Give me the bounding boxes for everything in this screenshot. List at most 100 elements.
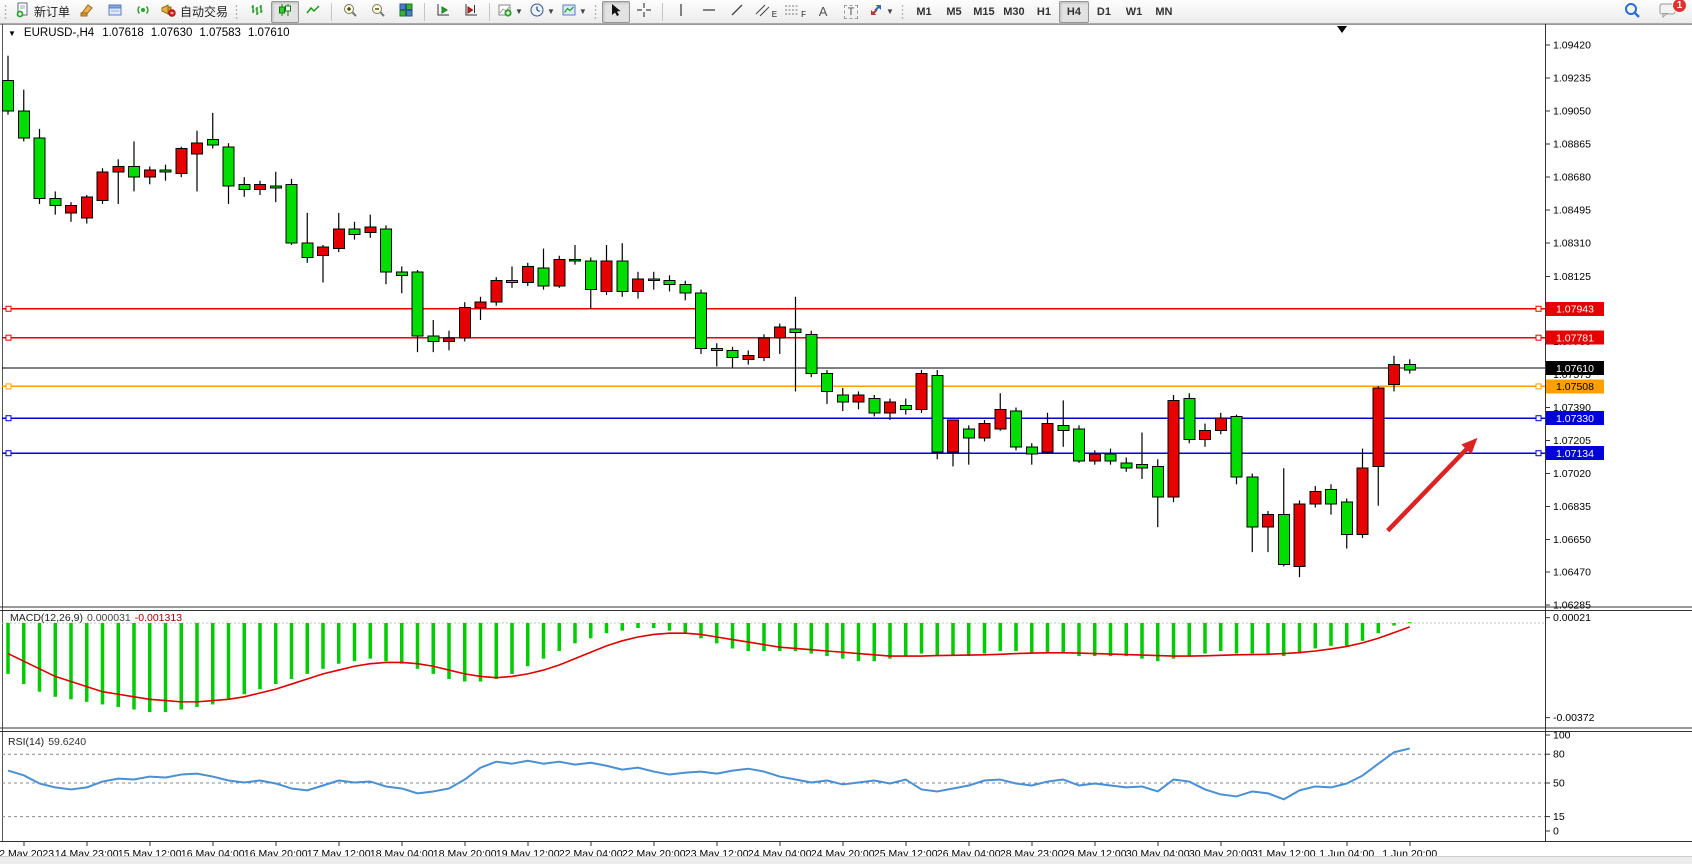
macd-histogram-bar [888, 623, 892, 659]
price-axis-tick-label: 1.08310 [1553, 238, 1591, 250]
rsi-name: RSI(14) [8, 736, 44, 748]
line-anchor-handle[interactable] [1536, 384, 1541, 389]
candle-body [176, 149, 187, 174]
chart-shift-marker[interactable] [1337, 26, 1347, 33]
macd-histogram-bar [1203, 623, 1207, 654]
macd-signal-line [8, 627, 1410, 702]
candle-body [81, 197, 92, 218]
macd-histogram-bar [510, 623, 514, 674]
candle-body [979, 424, 990, 438]
macd-histogram-bar [1329, 623, 1333, 646]
candle-body [333, 229, 344, 249]
macd-histogram-bar [605, 623, 609, 633]
candle-body [680, 284, 691, 293]
candle-body [696, 293, 707, 348]
line-anchor-handle[interactable] [6, 416, 11, 421]
macd-histogram-bar [573, 623, 577, 643]
macd-histogram-bar [1172, 623, 1176, 659]
price-axis-tick-label: 1.08495 [1553, 205, 1591, 217]
price-axis-tick-label: 1.06285 [1553, 599, 1591, 611]
candle-body [444, 338, 455, 342]
line-anchor-handle[interactable] [1536, 451, 1541, 456]
candle-body [648, 279, 659, 281]
rsi-line [8, 748, 1410, 799]
macd-histogram-bar [668, 623, 672, 631]
macd-histogram-bar [794, 623, 798, 651]
candle-body [1310, 491, 1321, 504]
line-anchor-handle[interactable] [6, 384, 11, 389]
candle-body [113, 166, 124, 171]
price-level-badge-label: 1.07610 [1556, 363, 1594, 375]
candle-body [239, 184, 250, 189]
candle-body [806, 334, 817, 373]
macd-histogram-bar [1408, 622, 1412, 623]
candle-body [50, 199, 61, 206]
macd-histogram-bar [1392, 623, 1396, 626]
candle-body [270, 186, 281, 188]
macd-axis-tick-label: -0.00372 [1553, 712, 1595, 724]
line-anchor-handle[interactable] [6, 306, 11, 311]
macd-histogram-bar [1361, 623, 1365, 641]
candle-body [869, 399, 880, 413]
macd-histogram-bar [999, 623, 1003, 651]
collapse-triangle-icon: ▼ [8, 29, 16, 38]
line-anchor-handle[interactable] [1536, 306, 1541, 311]
macd-histogram-bar [1298, 623, 1302, 654]
candle-body [963, 429, 974, 438]
candle-body [1373, 388, 1384, 467]
candle-body [1042, 424, 1053, 453]
line-anchor-handle[interactable] [6, 335, 11, 340]
macd-histogram-bar [1077, 623, 1081, 656]
candle-body [664, 281, 675, 285]
candle-body [66, 206, 77, 213]
trend-arrow-annotation[interactable] [1388, 446, 1469, 530]
candle-body [554, 259, 565, 286]
price-level-badge-label: 1.07781 [1556, 332, 1594, 344]
macd-histogram-bar [495, 623, 499, 679]
macd-histogram-bar [1235, 623, 1239, 654]
candle-body [570, 259, 581, 261]
candle-body [1200, 431, 1211, 440]
price-level-badge-label: 1.07330 [1556, 413, 1594, 425]
rsi-axis-tick-label: 100 [1553, 730, 1571, 742]
candle-body [318, 247, 329, 256]
rsi-axis-tick-label: 50 [1553, 778, 1565, 790]
candle-body [1121, 463, 1132, 468]
macd-histogram-bar [1062, 623, 1066, 654]
ohlc-open: 1.07618 [102, 27, 144, 39]
candle-body [1026, 447, 1037, 454]
candle-body [948, 420, 959, 452]
macd-histogram-bar [542, 623, 546, 659]
macd-histogram-bar [857, 623, 861, 661]
candle-body [507, 281, 518, 283]
line-anchor-handle[interactable] [1536, 416, 1541, 421]
chart-canvas[interactable]: 1.094201.092351.090501.088651.086801.084… [0, 0, 1692, 864]
macd-histogram-bar [369, 623, 373, 659]
macd-histogram-bar [1219, 623, 1223, 651]
macd-histogram-bar [762, 623, 766, 651]
candle-body [1294, 504, 1305, 567]
ohlc-close: 1.07610 [248, 27, 290, 39]
macd-histogram-bar [920, 623, 924, 654]
macd-histogram-bar [479, 623, 483, 682]
line-anchor-handle[interactable] [6, 451, 11, 456]
macd-histogram-bar [558, 623, 562, 651]
macd-histogram-bar [1377, 623, 1381, 633]
macd-histogram-bar [195, 623, 199, 707]
candle-body [995, 409, 1006, 429]
macd-histogram-bar [1125, 623, 1129, 656]
macd-histogram-bar [699, 623, 703, 638]
mt4-terminal: 新订单 自动交易 [0, 0, 1692, 864]
line-anchor-handle[interactable] [1536, 335, 1541, 340]
ohlc-low: 1.07583 [199, 27, 241, 39]
candle-body [349, 229, 360, 234]
macd-histogram-bar [967, 623, 971, 656]
rsi-axis-tick-label: 0 [1553, 826, 1559, 838]
macd-histogram-bar [180, 623, 184, 710]
candle-body [1152, 466, 1163, 496]
macd-value: 0.000031 [87, 612, 131, 624]
candle-body [97, 172, 108, 201]
macd-histogram-bar [621, 623, 625, 631]
symbol-timeframe-label: EURUSD-,H4 [24, 27, 94, 39]
rsi-axis-tick-label: 80 [1553, 749, 1565, 761]
